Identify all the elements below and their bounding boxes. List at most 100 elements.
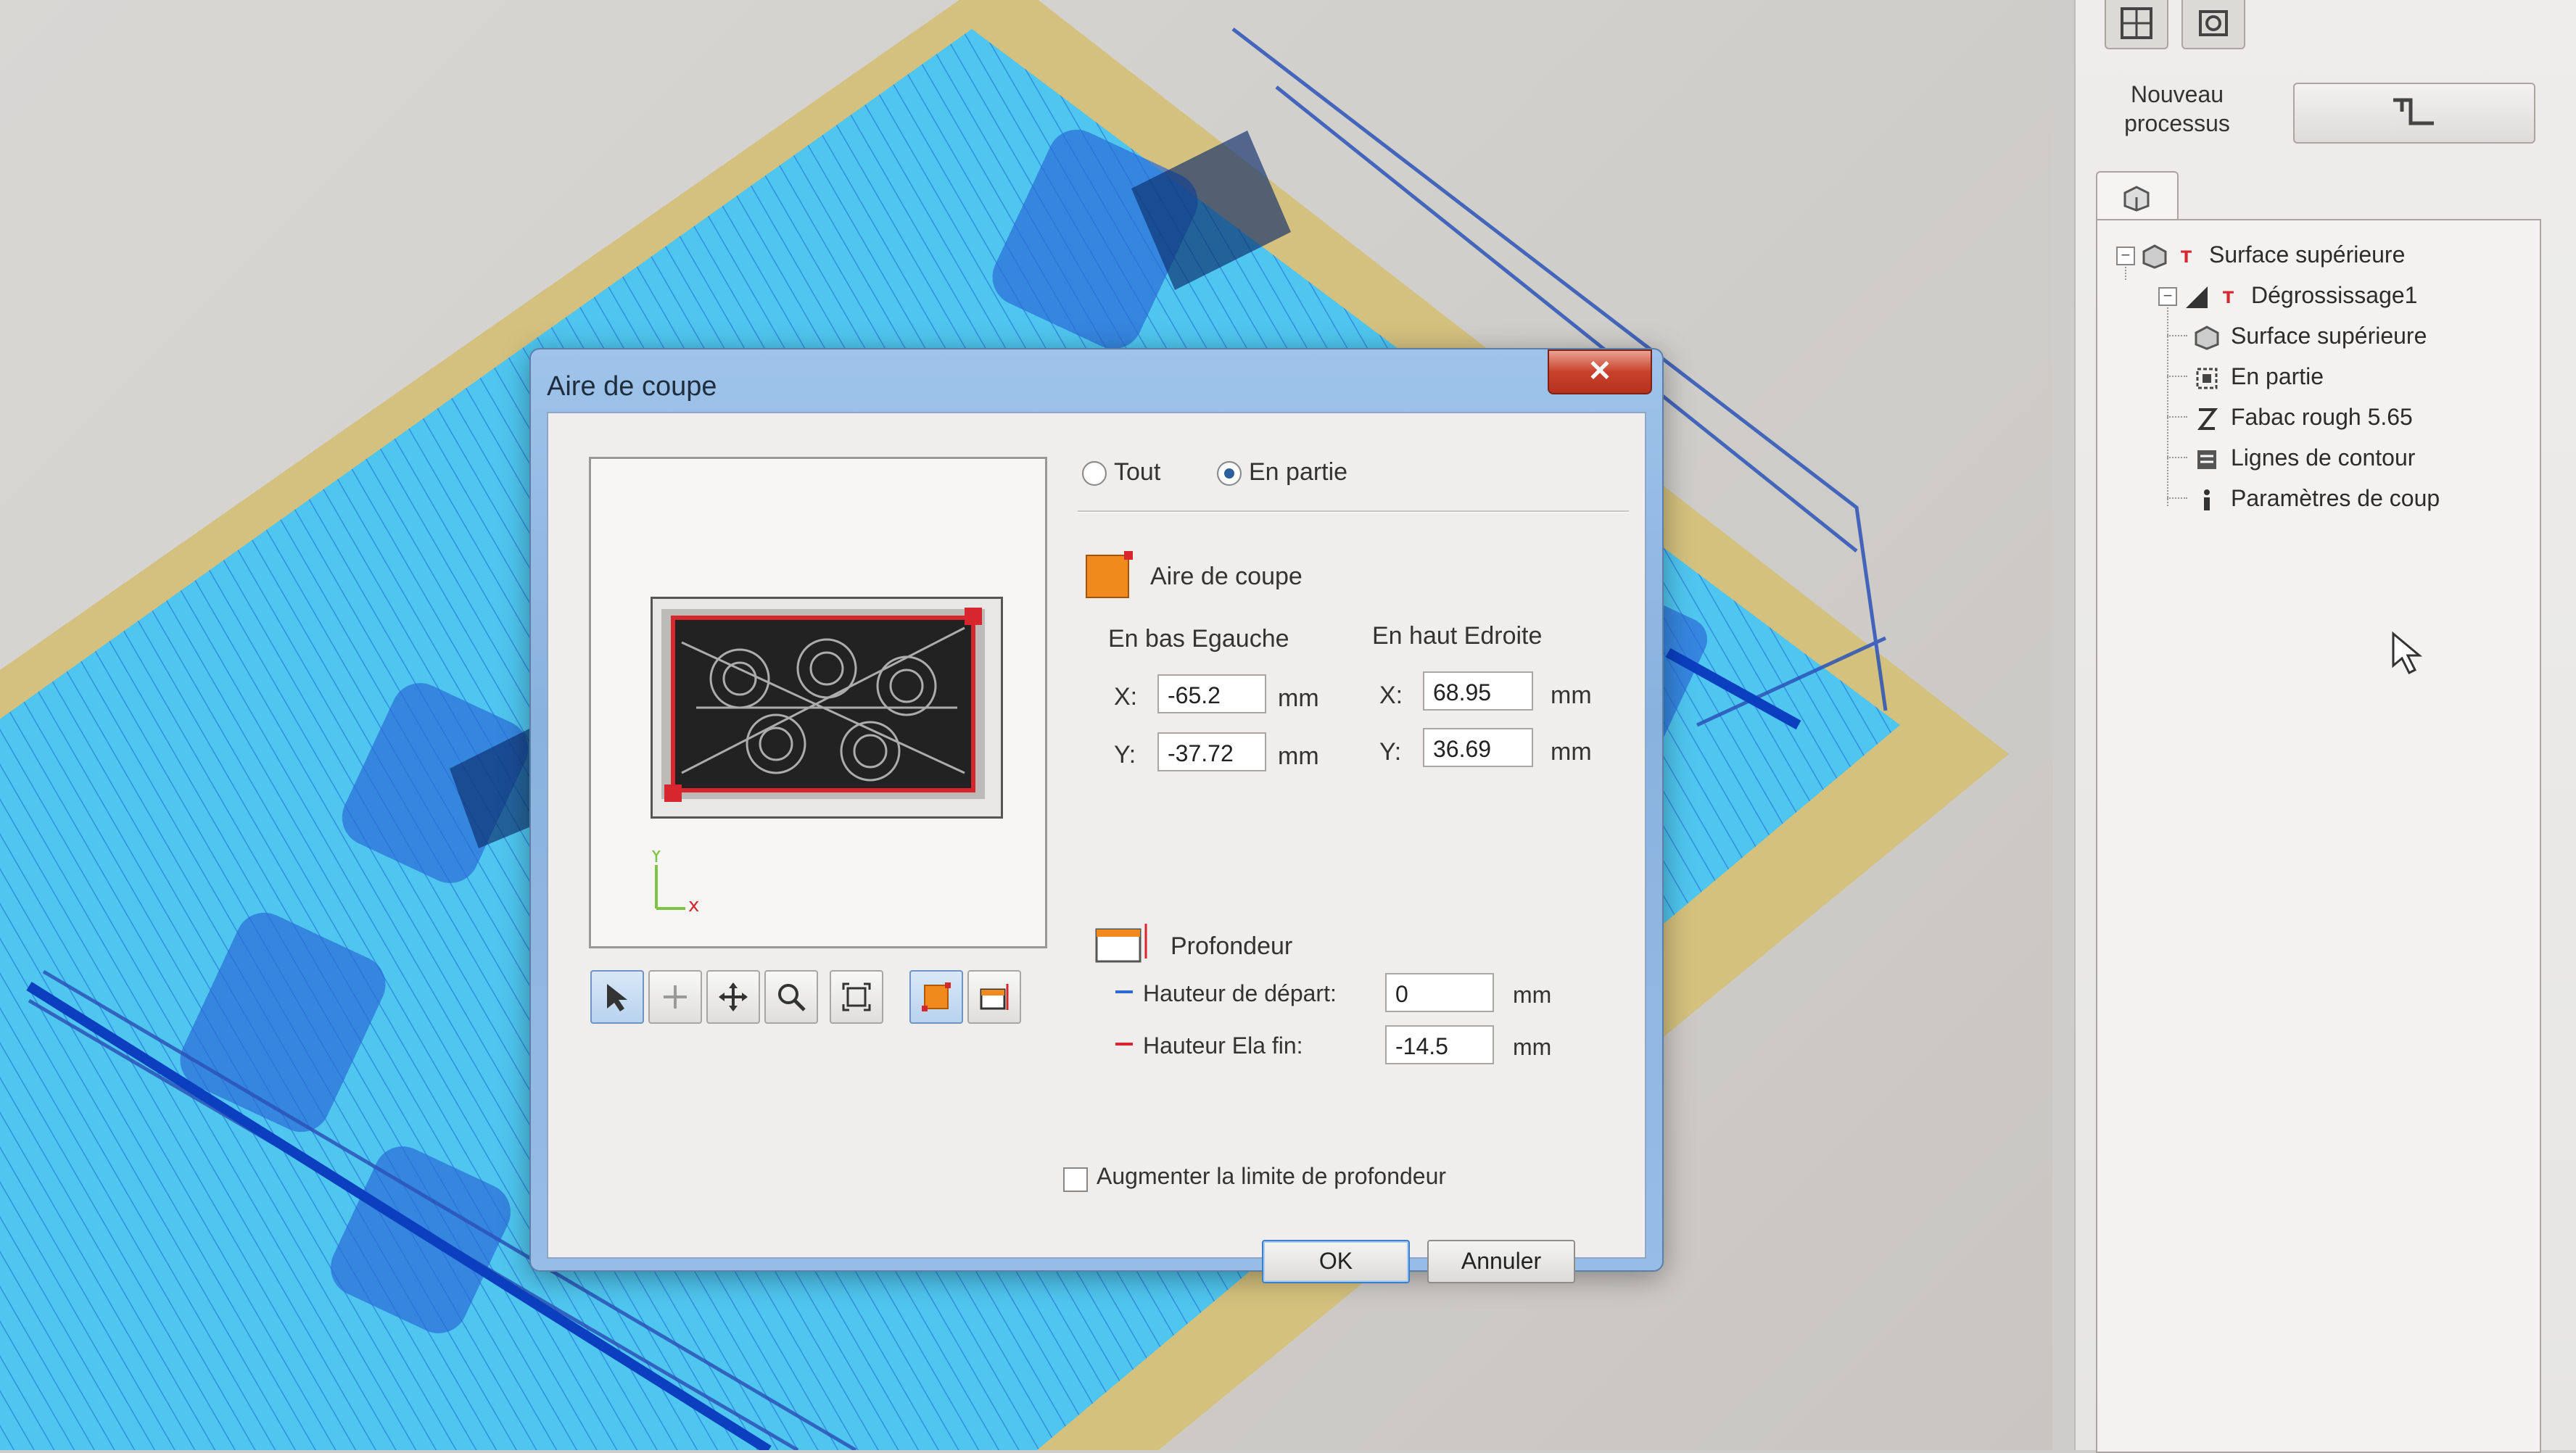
tree-item-label: Paramètres de coup bbox=[2231, 485, 2440, 511]
tree-tab[interactable] bbox=[2096, 171, 2179, 222]
close-button[interactable]: ✕ bbox=[1548, 349, 1652, 394]
bottom-left-y-label: Y: bbox=[1114, 741, 1136, 769]
dialog-body: Y x Tout En partie Aire de coupe En bas … bbox=[547, 412, 1646, 1283]
separator bbox=[1078, 510, 1629, 513]
depth-tool-button[interactable] bbox=[967, 970, 1021, 1024]
depth-icon bbox=[980, 984, 1009, 1010]
tree-connector bbox=[2167, 497, 2187, 499]
tool-marker-icon: T bbox=[2181, 248, 2192, 267]
svg-text:T: T bbox=[2223, 289, 2234, 307]
render-toolbar-button[interactable] bbox=[2181, 0, 2245, 49]
new-process-label: Nouveau processus bbox=[2124, 81, 2230, 136]
cut-area-icon bbox=[1086, 551, 1133, 598]
tree-item-cut-params[interactable]: Paramètres de coup bbox=[2193, 480, 2440, 516]
ok-button[interactable]: OK bbox=[1262, 1240, 1410, 1283]
top-right-x-label: X: bbox=[1379, 682, 1403, 709]
unit-label: mm bbox=[1278, 742, 1319, 770]
top-right-x-input[interactable]: 68.95 bbox=[1423, 671, 1533, 711]
move-icon bbox=[719, 982, 748, 1011]
contour-icon bbox=[2197, 450, 2216, 469]
top-right-y-label: Y: bbox=[1379, 738, 1402, 766]
tree-item-surface[interactable]: T Surface supérieure bbox=[2141, 236, 2405, 273]
axis-x-label: x bbox=[688, 895, 699, 916]
tree-item-tool[interactable]: Fabac rough 5.65 bbox=[2193, 399, 2413, 435]
unit-label: mm bbox=[1513, 1034, 1552, 1060]
cube-icon bbox=[2123, 186, 2150, 212]
tree-connector bbox=[2167, 335, 2187, 336]
fit-view-icon bbox=[842, 982, 871, 1011]
handle-bottom-left[interactable] bbox=[664, 785, 682, 802]
top-right-label: En haut Edroite bbox=[1372, 622, 1543, 650]
surface-icon bbox=[2142, 244, 2167, 269]
tree-item-label: Lignes de contour bbox=[2231, 444, 2416, 471]
end-height-label: Hauteur Ela fin: bbox=[1143, 1032, 1303, 1059]
area-section-label: Aire de coupe bbox=[1150, 563, 1303, 590]
tree-item-partial[interactable]: En partie bbox=[2193, 358, 2324, 394]
area-preview[interactable]: Y x bbox=[589, 457, 1047, 948]
tree-item-label: En partie bbox=[2231, 363, 2324, 389]
move-tool-button[interactable] bbox=[706, 970, 760, 1024]
axis-icon: Y x bbox=[650, 850, 699, 916]
tree-item-surface-child[interactable]: Surface supérieure bbox=[2193, 318, 2427, 354]
end-height-marker bbox=[1115, 1043, 1133, 1046]
surface-icon bbox=[2195, 325, 2219, 350]
part-preview bbox=[651, 597, 1003, 819]
tree-connector bbox=[2167, 457, 2187, 458]
collapse-toggle[interactable]: − bbox=[2158, 287, 2177, 306]
tree-item-label: Surface supérieure bbox=[2231, 323, 2427, 349]
info-icon bbox=[2204, 489, 2210, 510]
area-icon bbox=[2196, 368, 2218, 389]
bottom-left-x-label: X: bbox=[1114, 683, 1138, 711]
tool-marker-icon: T bbox=[2223, 289, 2234, 307]
camera-icon bbox=[2199, 10, 2228, 36]
select-tool-button[interactable] bbox=[590, 970, 644, 1024]
start-height-input[interactable]: 0 bbox=[1385, 973, 1494, 1012]
unit-label: mm bbox=[1278, 684, 1319, 712]
area-select-icon bbox=[922, 982, 951, 1011]
bottom-left-y-input[interactable]: -37.72 bbox=[1157, 732, 1266, 771]
pan-icon bbox=[664, 985, 687, 1009]
process-panel: Nouveau processus − − T Surface supérieur… bbox=[2074, 0, 2576, 1453]
layout-icon bbox=[2121, 7, 2152, 39]
bottom-left-x-input[interactable]: -65.2 bbox=[1157, 674, 1266, 713]
new-process-icon bbox=[2393, 98, 2434, 125]
tree-connector bbox=[2167, 299, 2168, 506]
roughing-icon bbox=[2186, 286, 2208, 308]
tree-item-label: Dégrossissage1 bbox=[2251, 282, 2418, 308]
tree-item-label: Fabac rough 5.65 bbox=[2231, 404, 2413, 430]
fit-view-button[interactable] bbox=[830, 970, 883, 1024]
increase-depth-label: Augmenter la limite de profondeur bbox=[1097, 1163, 1447, 1189]
view-toolbar-button[interactable] bbox=[2105, 0, 2168, 49]
tool-icon bbox=[2197, 407, 2218, 430]
tree-item-contour[interactable]: Lignes de contour bbox=[2193, 439, 2415, 476]
axis-y-label: Y bbox=[650, 850, 662, 867]
start-height-label: Hauteur de départ: bbox=[1143, 980, 1337, 1006]
cutting-area-dialog: Aire de coupe ✕ Y x Tout En partie Aire … bbox=[529, 348, 1664, 1283]
new-process-button[interactable] bbox=[2293, 83, 2535, 144]
zoom-tool-button[interactable] bbox=[764, 970, 818, 1024]
tree-connector bbox=[2167, 376, 2187, 377]
process-tree: − − T Surface supérieure T Dégrossissage1 … bbox=[2096, 219, 2541, 1453]
radio-partial[interactable] bbox=[1217, 461, 1242, 486]
zoom-icon bbox=[778, 984, 806, 1011]
part-thumbnail bbox=[661, 608, 985, 802]
unit-label: mm bbox=[1551, 738, 1592, 766]
bottom-left-label: En bas Egauche bbox=[1108, 625, 1289, 653]
pan-tool-button[interactable] bbox=[648, 970, 702, 1024]
handle-top-right[interactable] bbox=[965, 608, 982, 625]
top-right-y-input[interactable]: 36.69 bbox=[1423, 728, 1533, 767]
svg-text:T: T bbox=[2181, 248, 2192, 267]
radio-all-label: Tout bbox=[1114, 458, 1161, 486]
mouse-pointer-icon bbox=[2392, 631, 2423, 675]
cancel-button[interactable]: Annuler bbox=[1427, 1240, 1575, 1283]
radio-partial-label: En partie bbox=[1249, 458, 1348, 486]
radio-all[interactable] bbox=[1082, 461, 1107, 486]
tree-item-roughing[interactable]: T Dégrossissage1 bbox=[2183, 277, 2417, 313]
start-height-marker bbox=[1115, 990, 1133, 993]
increase-depth-checkbox[interactable] bbox=[1063, 1167, 1088, 1192]
collapse-toggle[interactable]: − bbox=[2116, 247, 2135, 265]
area-select-button[interactable] bbox=[909, 970, 963, 1024]
end-height-input[interactable]: -14.5 bbox=[1385, 1025, 1494, 1064]
depth-icon bbox=[1095, 924, 1147, 963]
tree-item-label: Surface supérieure bbox=[2209, 241, 2406, 268]
